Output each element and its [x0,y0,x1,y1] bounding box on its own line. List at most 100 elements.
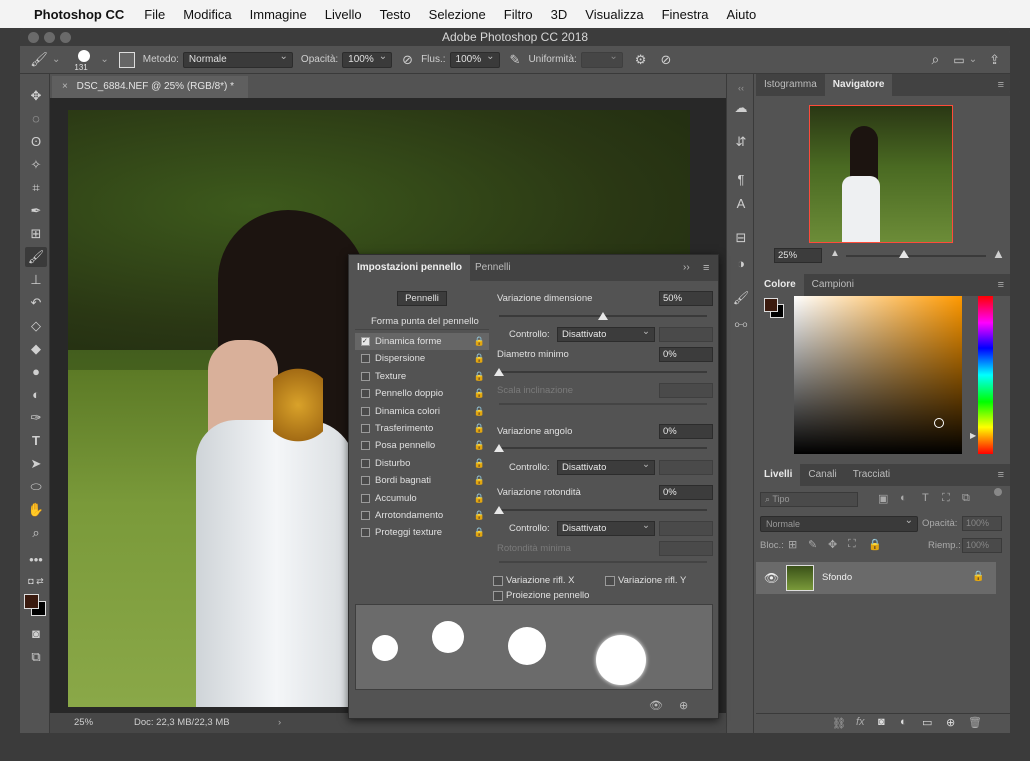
minimize-window-button[interactable] [44,32,55,43]
brush-panel-collapse-icon[interactable]: ›› [683,255,690,281]
magic-wand-tool-icon[interactable]: ✧ [25,155,47,175]
color-picker-ring[interactable] [934,418,944,428]
menu-app-name[interactable]: Photoshop CC [34,7,124,22]
navigator-zoom-thumb[interactable] [899,250,909,258]
menu-modifica[interactable]: Modifica [183,7,231,22]
brush-option-lock-icon[interactable]: 🔒 [474,403,485,420]
hand-tool-icon[interactable]: ✋ [25,500,47,520]
brush-option-row[interactable]: Disturbo 🔒 [355,455,489,472]
tab-istogramma[interactable]: Istogramma [756,74,825,96]
metodo-select[interactable]: Normale [182,50,293,68]
brush-picker-chevron-icon[interactable]: ⌄ [100,54,108,65]
layer-visibility-eye-icon[interactable]: 👁 [764,571,779,585]
menu-visualizza[interactable]: Visualizza [585,7,643,22]
lock-artboard-icon[interactable]: ⛶ [848,538,856,551]
brush-option-checkbox[interactable] [361,476,370,486]
brush-option-lock-icon[interactable]: 🔒 [474,350,485,367]
foreground-color-swatch[interactable] [24,594,39,609]
brush-option-row[interactable]: Dispersione 🔒 [355,350,489,367]
lasso-tool-icon[interactable]: ʘ [25,132,47,152]
tab-canali[interactable]: Canali [800,464,844,486]
new-adjustment-icon[interactable]: ◐ [900,716,907,728]
brush-settings-strip-icon[interactable]: 🖌 [731,288,751,308]
brush-option-checkbox[interactable] [361,441,370,451]
collapse-strip-icon[interactable]: ‹‹ [731,78,751,98]
brush-option-checkbox[interactable] [361,528,370,538]
lock-pixels-icon[interactable]: ✎ [808,538,817,551]
brush-option-checkbox[interactable] [361,493,370,503]
pen-tool-icon[interactable]: ✑ [25,408,47,428]
color-foreground-swatch[interactable] [764,298,778,312]
menu-3d[interactable]: 3D [551,7,568,22]
pressure-size-icon[interactable]: ⊘ [660,52,671,68]
type-tool-icon[interactable]: T [25,431,47,451]
zoom-out-mountain-icon[interactable]: ▲ [830,248,840,259]
flip-y-checkbox[interactable]: Variazione rifl. Y [605,575,686,586]
close-tab-icon[interactable]: × [62,81,68,92]
flusso-input[interactable]: 100% [449,50,500,68]
diametro-minimo-thumb[interactable] [494,368,504,376]
filter-toggle-icon[interactable] [994,488,1002,496]
filter-smart-icon[interactable]: ⧉ [962,492,970,505]
layer-style-fx-icon[interactable]: fx [856,716,865,728]
stamp-tool-icon[interactable]: ⊥ [25,270,47,290]
link-layers-icon[interactable]: ⛓ [832,717,846,730]
variazione-rotondita-slider[interactable] [499,509,707,511]
tool-preset-chevron-icon[interactable]: ⌄ [52,54,60,65]
uniformita-input[interactable] [580,50,623,68]
move-tool-icon[interactable]: ✥ [25,86,47,106]
workspace-icon[interactable]: ▭ [953,53,964,67]
quick-mask-icon[interactable]: ◙ [25,624,47,644]
filter-type-icon[interactable]: T [922,492,929,504]
filter-adjustment-icon[interactable]: ◐ [900,492,907,504]
menu-immagine[interactable]: Immagine [250,7,307,22]
lock-transparency-icon[interactable]: ⊞ [788,538,797,551]
variazione-rotondita-thumb[interactable] [494,506,504,514]
more-tools-icon[interactable]: ••• [25,550,47,570]
brush-tool-icon-active[interactable]: 🖌 [25,247,47,267]
brush-option-lock-icon[interactable]: 🔒 [474,524,485,541]
pennelli-button[interactable]: Pennelli [397,291,447,306]
brush-option-lock-icon[interactable]: 🔒 [474,455,485,472]
eraser-tool-icon[interactable]: ◇ [25,316,47,336]
color-field[interactable] [794,296,962,454]
brush-option-lock-icon[interactable]: 🔒 [474,472,485,489]
filter-pixel-icon[interactable]: ▣ [878,492,888,505]
smoothing-gear-icon[interactable]: ⚙ [635,52,647,68]
brush-option-row[interactable]: Pennello doppio 🔒 [355,385,489,402]
brush-option-row[interactable]: Texture 🔒 [355,368,489,385]
controllo-select-2[interactable]: Disattivato [557,458,655,475]
brush-option-checkbox[interactable] [361,389,370,399]
diametro-minimo-input[interactable]: 0% [659,347,713,362]
tab-navigatore[interactable]: Navigatore [824,74,893,96]
navigator-menu-icon[interactable]: ≡ [998,74,1004,96]
dodge-tool-icon[interactable]: ◐ [25,385,47,405]
eyedropper-tool-icon[interactable]: ✒ [25,201,47,221]
layers-menu-icon[interactable]: ≡ [998,464,1004,486]
menu-livello[interactable]: Livello [325,7,362,22]
menu-testo[interactable]: Testo [380,7,411,22]
default-colors-icon[interactable]: ◘ ⇄ [25,571,47,591]
tab-livelli[interactable]: Livelli [756,464,801,486]
brush-tool-icon[interactable]: 🖌 [28,51,50,68]
navigator-zoom-slider[interactable] [846,255,986,257]
document-tab[interactable]: × DSC_6884.NEF @ 25% (RGB/8*) * [52,76,248,98]
opacita-input[interactable]: 100% [342,50,393,68]
tab-impostazioni-pennello[interactable]: Impostazioni pennello [349,255,471,281]
brush-option-checkbox[interactable] [361,424,370,433]
add-mask-icon[interactable]: ◙ [878,716,885,728]
zoom-tool-icon[interactable]: ⌕ [25,523,47,543]
brush-option-checkbox[interactable] [361,458,370,468]
brush-option-lock-icon[interactable]: 🔒 [474,437,485,454]
diametro-minimo-slider[interactable] [499,371,707,373]
layer-row-sfondo[interactable]: 👁 Sfondo 🔒 [756,562,996,594]
paint-bucket-tool-icon[interactable]: ◆ [25,339,47,359]
shape-tool-icon[interactable]: ⬭ [25,477,47,497]
zoom-in-mountain-icon[interactable]: ▲ [992,246,1005,261]
brush-option-lock-icon[interactable]: 🔒 [474,507,485,524]
hue-pointer-icon[interactable]: ▶ [970,431,976,440]
variazione-dimensione-input[interactable]: 50% [659,291,713,306]
color-menu-icon[interactable]: ≡ [998,274,1004,296]
menu-aiuto[interactable]: Aiuto [727,7,757,22]
fill-input[interactable]: 100% [962,538,1002,553]
